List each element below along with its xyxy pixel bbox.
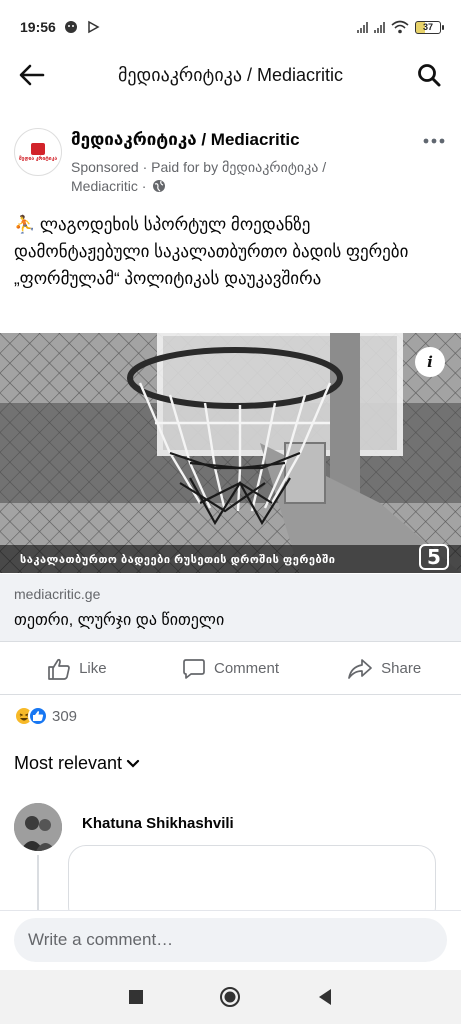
page-name-link[interactable]: მედიაკრიტიკა / Mediacritic	[71, 130, 300, 150]
like-label: Like	[79, 660, 107, 677]
sponsored-line: Sponsored · Paid for by მედიაკრიტიკა / M…	[71, 158, 381, 196]
play-store-icon	[88, 20, 100, 34]
basketball-player-emoji: ⛹	[14, 215, 36, 234]
arrow-left-icon	[19, 64, 45, 86]
recents-square-icon[interactable]	[128, 989, 144, 1005]
link-title: თეთრი, ლურჯი და წითელი	[14, 612, 225, 629]
home-circle-icon[interactable]	[219, 986, 241, 1008]
like-button[interactable]: Like	[0, 658, 154, 680]
post-text: ⛹ ლაგოდეხის სპორტულ მოედანზე დამონტაჟებუ…	[14, 211, 449, 292]
share-arrow-icon	[348, 658, 373, 679]
basketball-hoop-illustration	[0, 333, 461, 573]
comment-item: Khatuna Shikhashvili	[0, 803, 461, 925]
link-preview[interactable]: mediacritic.ge თეთრი, ლურჯი და წითელი	[0, 574, 461, 642]
page-title: მედიაკრიტიკა / Mediacritic	[118, 64, 343, 85]
comment-sort-dropdown[interactable]: Most relevant	[14, 753, 140, 774]
more-options-button[interactable]	[423, 124, 445, 150]
share-button[interactable]: Share	[307, 658, 461, 680]
commenter-name[interactable]: Khatuna Shikhashvili	[82, 815, 234, 832]
avatar-logo-text: მედია კრიტიკა	[18, 155, 58, 162]
status-time: 19:56	[20, 19, 56, 35]
info-button[interactable]: i	[415, 347, 445, 377]
channel-logo: 5	[419, 544, 449, 570]
status-right: 37	[357, 20, 444, 34]
app-header: მედიაკრიტიკა / Mediacritic	[0, 54, 461, 96]
battery-icon: 37	[415, 20, 444, 34]
sponsored-text: Sponsored · Paid for by მედიაკრიტიკა / M…	[71, 159, 327, 194]
link-domain: mediacritic.ge	[14, 586, 101, 602]
comment-input[interactable]: Write a comment…	[14, 918, 447, 962]
signal-icon	[357, 21, 368, 33]
logo-mark-icon	[31, 142, 45, 155]
share-label: Share	[381, 660, 422, 677]
commenter-avatar[interactable]	[14, 803, 62, 851]
reactions-summary[interactable]: 309	[14, 706, 77, 726]
search-button[interactable]	[411, 57, 447, 93]
image-caption: საკალათბურთო ბადეები რუსეთის დროშის ფერე…	[0, 545, 461, 573]
page-avatar[interactable]: მედია კრიტიკა	[14, 128, 62, 176]
post-header: მედია კრიტიკა მედიაკრიტიკა / Mediacritic…	[0, 122, 461, 202]
thumbs-up-icon	[48, 658, 70, 680]
post-actions: Like Comment Share	[0, 643, 461, 695]
status-left: 19:56	[20, 19, 100, 35]
comment-bubble-icon	[183, 658, 205, 679]
comment-composer: Write a comment…	[0, 910, 461, 970]
like-reaction-icon	[28, 706, 48, 726]
post-image[interactable]: i საკალათბურთო ბადეები რუსეთის დროშის ფე…	[0, 333, 461, 573]
comment-label: Comment	[213, 660, 280, 677]
status-bar: 19:56 37	[0, 0, 461, 54]
comment-button[interactable]: Comment	[154, 658, 308, 680]
post-body: ლაგოდეხის სპორტულ მოედანზე დამონტაჟებული…	[14, 215, 409, 288]
system-nav-bar	[0, 970, 461, 1024]
more-dots-icon	[423, 138, 445, 144]
back-button[interactable]	[14, 57, 50, 93]
search-icon	[418, 64, 441, 87]
chevron-down-icon	[126, 759, 140, 768]
person-photo-icon	[14, 803, 62, 851]
globe-icon	[153, 180, 166, 192]
thread-line	[37, 855, 39, 915]
signal-2-icon	[374, 21, 385, 33]
notification-face-icon	[64, 21, 77, 33]
wifi-icon	[391, 20, 409, 34]
reaction-count: 309	[52, 707, 78, 725]
thumb-icon	[33, 711, 44, 721]
back-triangle-icon[interactable]	[317, 988, 333, 1006]
sort-label: Most relevant	[14, 753, 123, 773]
